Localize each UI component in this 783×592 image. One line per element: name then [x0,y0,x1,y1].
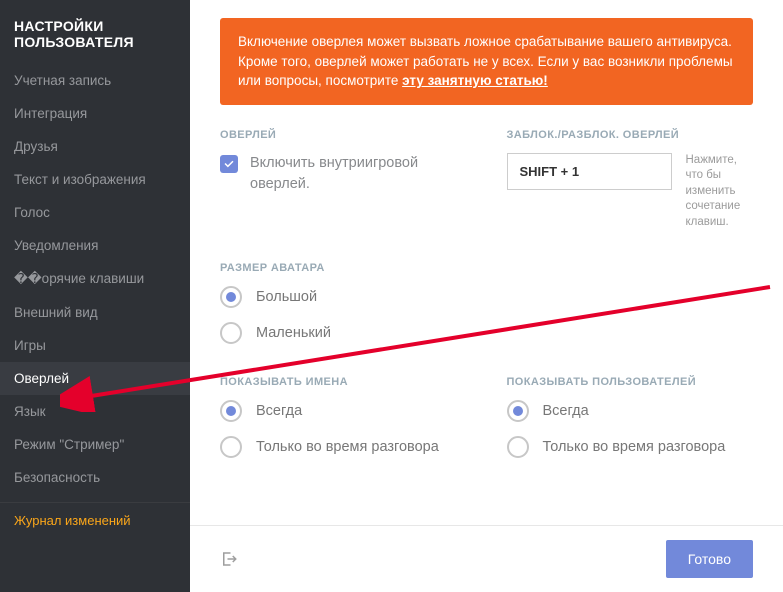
keybind-hint: Нажмите, что бы изменить сочетание клави… [686,153,754,231]
keybind-section-label: ЗАБЛОК./РАЗБЛОК. ОВЕРЛЕЙ [507,129,754,141]
sidebar-item-notifications[interactable]: Уведомления [0,229,190,262]
radio-icon [507,436,529,458]
radio-label: Большой [256,289,317,305]
footer: Готово [190,525,783,592]
show-names-talking[interactable]: Только во время разговора [220,436,467,458]
avatar-size-option-small[interactable]: Маленький [220,322,753,344]
sidebar-item-appearance[interactable]: Внешний вид [0,296,190,329]
sidebar-item-security[interactable]: Безопасность [0,461,190,494]
overlay-section-label: ОВЕРЛЕЙ [220,129,467,141]
show-names-label: ПОКАЗЫВАТЬ ИМЕНА [220,376,467,388]
sidebar-item-account[interactable]: Учетная запись [0,64,190,97]
content-area: Включение оверлея может вызвать ложное с… [190,0,783,525]
radio-icon [220,322,242,344]
overlay-checkbox[interactable] [220,155,238,173]
sidebar-changelog[interactable]: Журнал изменений [0,502,190,538]
overlay-enable-section: ОВЕРЛЕЙ Включить внутриигровой оверлей. [220,129,467,231]
warning-link[interactable]: эту занятную статью! [402,73,548,88]
show-users-section: ПОКАЗЫВАТЬ ПОЛЬЗОВАТЕЛЕЙ Всегда Только в… [507,376,754,472]
show-users-always[interactable]: Всегда [507,400,754,422]
overlay-checkbox-label: Включить внутриигровой оверлей. [250,153,467,195]
show-names-section: ПОКАЗЫВАТЬ ИМЕНА Всегда Только во время … [220,376,467,472]
logout-icon[interactable] [220,550,238,568]
sidebar: НАСТРОЙКИ ПОЛЬЗОВАТЕЛЯ Учетная запись Ин… [0,0,190,592]
avatar-size-label: РАЗМЕР АВАТАРА [220,262,753,274]
radio-label: Только во время разговора [256,439,439,455]
sidebar-item-hotkeys[interactable]: ��орячие клавиши [0,262,190,296]
sidebar-title: НАСТРОЙКИ ПОЛЬЗОВАТЕЛЯ [0,18,190,64]
main-panel: Включение оверлея может вызвать ложное с… [190,0,783,592]
radio-label: Только во время разговора [543,439,726,455]
avatar-size-section: РАЗМЕР АВАТАРА Большой Маленький [220,262,753,344]
avatar-size-option-large[interactable]: Большой [220,286,753,308]
sidebar-item-friends[interactable]: Друзья [0,130,190,163]
warning-banner: Включение оверлея может вызвать ложное с… [220,18,753,105]
keybind-section: ЗАБЛОК./РАЗБЛОК. ОВЕРЛЕЙ SHIFT + 1 Нажми… [507,129,754,231]
show-users-talking[interactable]: Только во время разговора [507,436,754,458]
sidebar-item-text-images[interactable]: Текст и изображения [0,163,190,196]
sidebar-item-games[interactable]: Игры [0,329,190,362]
sidebar-item-language[interactable]: Язык [0,395,190,428]
radio-icon [220,400,242,422]
radio-label: Всегда [256,403,302,419]
radio-label: Всегда [543,403,589,419]
sidebar-item-overlay[interactable]: Оверлей [0,362,190,395]
radio-label: Маленький [256,325,331,341]
radio-icon [220,286,242,308]
sidebar-item-integrations[interactable]: Интеграция [0,97,190,130]
radio-icon [220,436,242,458]
show-names-always[interactable]: Всегда [220,400,467,422]
done-button[interactable]: Готово [666,540,753,578]
radio-icon [507,400,529,422]
sidebar-item-streamer[interactable]: Режим "Стример" [0,428,190,461]
sidebar-item-voice[interactable]: Голос [0,196,190,229]
keybind-input[interactable]: SHIFT + 1 [507,153,672,190]
check-icon [223,158,235,170]
show-users-label: ПОКАЗЫВАТЬ ПОЛЬЗОВАТЕЛЕЙ [507,376,754,388]
